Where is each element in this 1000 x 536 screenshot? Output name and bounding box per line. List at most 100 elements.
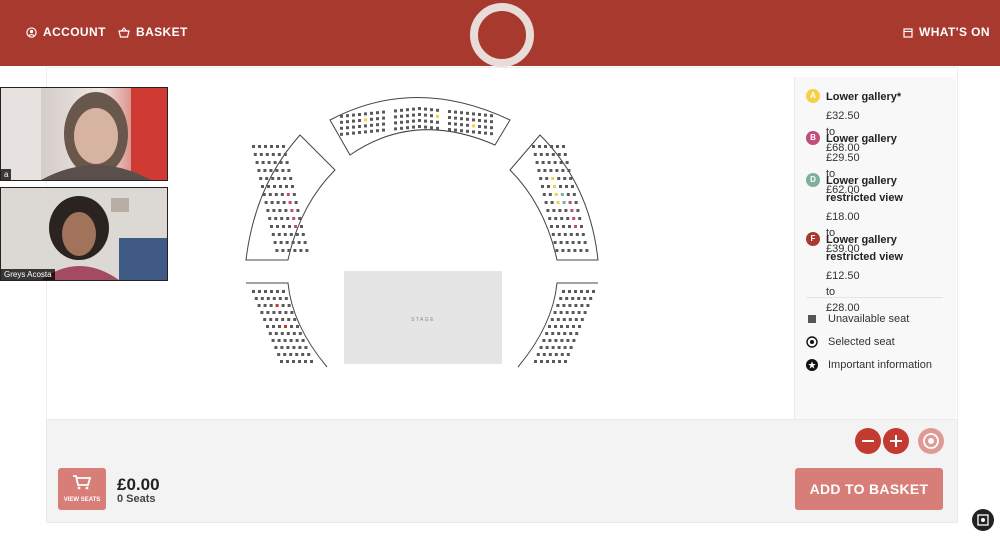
seat[interactable] bbox=[561, 249, 565, 252]
seat[interactable] bbox=[262, 193, 266, 196]
seat[interactable] bbox=[557, 233, 561, 236]
seat[interactable] bbox=[260, 311, 264, 314]
seat[interactable] bbox=[289, 353, 293, 356]
seat[interactable] bbox=[290, 325, 293, 328]
seat[interactable] bbox=[563, 332, 567, 335]
seat[interactable] bbox=[550, 318, 554, 321]
seat[interactable] bbox=[535, 161, 539, 164]
seat[interactable] bbox=[271, 339, 275, 342]
seat[interactable] bbox=[278, 297, 282, 300]
seat[interactable] bbox=[566, 325, 569, 328]
seat[interactable] bbox=[307, 353, 311, 356]
seat[interactable] bbox=[263, 169, 267, 172]
seat[interactable] bbox=[266, 297, 270, 300]
seat[interactable] bbox=[592, 290, 595, 293]
seat[interactable] bbox=[281, 304, 285, 307]
seat[interactable] bbox=[563, 177, 567, 180]
seat[interactable] bbox=[580, 304, 584, 307]
seat[interactable] bbox=[295, 353, 299, 356]
seat[interactable] bbox=[352, 119, 355, 123]
seat[interactable] bbox=[565, 297, 569, 300]
seat[interactable] bbox=[546, 209, 550, 212]
seat[interactable] bbox=[561, 169, 565, 172]
seat[interactable] bbox=[406, 126, 409, 130]
seat[interactable] bbox=[472, 124, 475, 128]
seat[interactable] bbox=[430, 108, 433, 112]
seat[interactable] bbox=[271, 233, 275, 236]
seat[interactable] bbox=[273, 161, 277, 164]
seat[interactable] bbox=[279, 241, 283, 244]
seat[interactable] bbox=[263, 304, 267, 307]
seat[interactable] bbox=[292, 217, 296, 220]
seat[interactable] bbox=[548, 353, 552, 356]
seat[interactable] bbox=[294, 225, 297, 228]
seat[interactable] bbox=[358, 125, 361, 128]
seat[interactable] bbox=[549, 169, 553, 172]
seat[interactable] bbox=[537, 169, 541, 172]
seat[interactable] bbox=[352, 131, 355, 135]
seat[interactable] bbox=[277, 233, 281, 236]
theatre-logo[interactable] bbox=[470, 3, 534, 67]
seat[interactable] bbox=[562, 225, 565, 228]
seat[interactable] bbox=[400, 108, 403, 112]
seat[interactable] bbox=[253, 153, 257, 156]
seat[interactable] bbox=[382, 116, 385, 120]
seat[interactable] bbox=[293, 318, 297, 321]
seat[interactable] bbox=[346, 126, 349, 130]
seat[interactable] bbox=[412, 119, 415, 123]
seat[interactable] bbox=[585, 249, 589, 252]
seat[interactable] bbox=[532, 145, 535, 148]
seat[interactable] bbox=[563, 346, 567, 349]
seat[interactable] bbox=[265, 153, 269, 156]
seat[interactable] bbox=[566, 353, 570, 356]
seat[interactable] bbox=[258, 145, 261, 148]
seat[interactable] bbox=[569, 177, 573, 180]
seat[interactable] bbox=[291, 185, 294, 188]
seat[interactable] bbox=[583, 241, 587, 244]
seat[interactable] bbox=[559, 297, 563, 300]
seat[interactable] bbox=[580, 290, 583, 293]
seat[interactable] bbox=[544, 201, 548, 204]
seat[interactable] bbox=[283, 153, 287, 156]
seat[interactable] bbox=[261, 185, 264, 188]
seat[interactable] bbox=[581, 233, 585, 236]
seat[interactable] bbox=[460, 111, 463, 115]
seat[interactable] bbox=[574, 201, 578, 204]
seat[interactable] bbox=[267, 185, 270, 188]
account-link[interactable]: ACCOUNT bbox=[26, 25, 106, 39]
seat[interactable] bbox=[571, 297, 575, 300]
seat[interactable] bbox=[545, 346, 549, 349]
seat[interactable] bbox=[264, 145, 267, 148]
seat[interactable] bbox=[280, 360, 283, 363]
seat[interactable] bbox=[271, 177, 275, 180]
seat[interactable] bbox=[292, 193, 296, 196]
seat[interactable] bbox=[568, 304, 572, 307]
seat[interactable] bbox=[557, 177, 561, 180]
seat[interactable] bbox=[560, 353, 564, 356]
seat[interactable] bbox=[436, 120, 439, 124]
seat[interactable] bbox=[252, 290, 255, 293]
seat[interactable] bbox=[273, 185, 276, 188]
seat[interactable] bbox=[406, 108, 409, 112]
seat[interactable] bbox=[276, 145, 279, 148]
seat[interactable] bbox=[287, 169, 291, 172]
seat[interactable] bbox=[289, 233, 293, 236]
seat[interactable] bbox=[567, 169, 571, 172]
seat[interactable] bbox=[562, 304, 566, 307]
seat[interactable] bbox=[263, 318, 267, 321]
seat[interactable] bbox=[292, 360, 295, 363]
seat[interactable] bbox=[436, 126, 439, 130]
seat[interactable] bbox=[548, 217, 552, 220]
seat[interactable] bbox=[568, 318, 572, 321]
seat[interactable] bbox=[556, 318, 560, 321]
seat[interactable] bbox=[288, 201, 292, 204]
seat[interactable] bbox=[568, 201, 572, 204]
seat[interactable] bbox=[575, 332, 579, 335]
seat[interactable] bbox=[559, 311, 563, 314]
seat[interactable] bbox=[272, 311, 276, 314]
seat[interactable] bbox=[277, 153, 281, 156]
seat[interactable] bbox=[358, 113, 361, 116]
seat[interactable] bbox=[546, 360, 549, 363]
seat[interactable] bbox=[583, 311, 587, 314]
seat[interactable] bbox=[284, 325, 287, 328]
